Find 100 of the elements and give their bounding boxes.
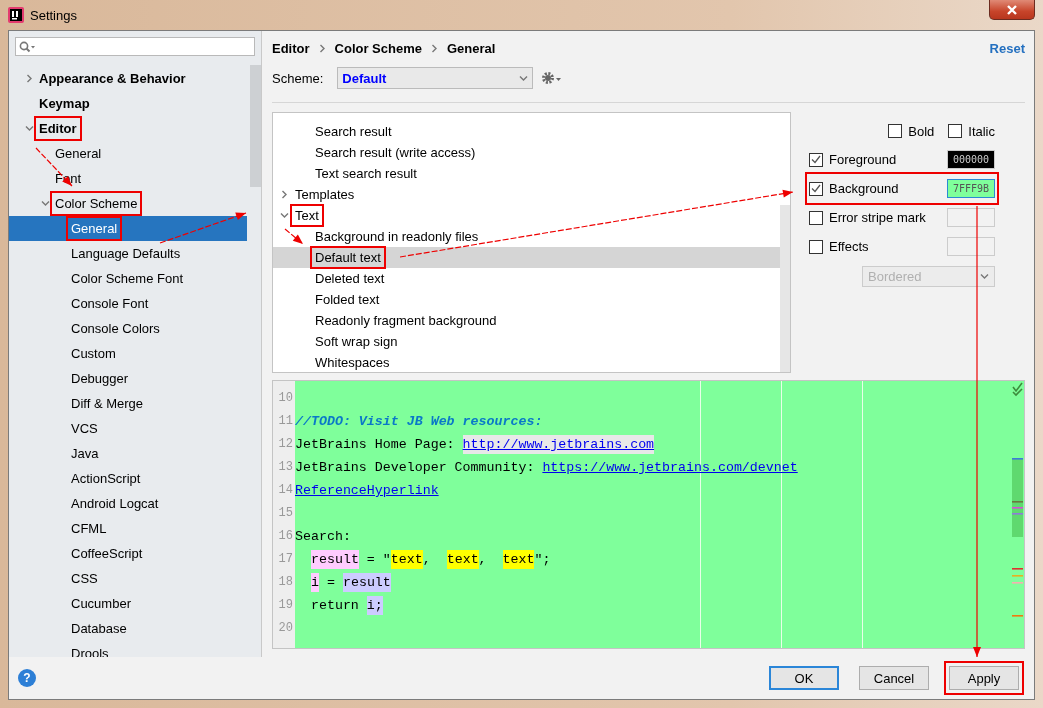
expand-icon[interactable]	[279, 190, 289, 199]
sidebar-item[interactable]: Keymap	[9, 91, 247, 116]
checkbox-label[interactable]: Effects	[829, 239, 869, 254]
collapse-icon[interactable]	[40, 199, 50, 208]
scrollbar[interactable]	[250, 65, 261, 187]
line-number: 16	[277, 528, 294, 545]
annotation-box: General	[69, 219, 120, 238]
annotation-box: Default text	[313, 249, 383, 266]
line-number: 15	[277, 505, 294, 522]
hyperlink[interactable]: http://www.jetbrains.com	[462, 435, 655, 454]
sidebar-item[interactable]: Diff & Merge	[9, 391, 247, 416]
sidebar-item-selected[interactable]: General	[9, 216, 247, 241]
sidebar-item[interactable]: Language Defaults	[9, 241, 247, 266]
tree-item-selected[interactable]: Default text	[273, 247, 780, 268]
sidebar-item[interactable]: CFML	[9, 516, 247, 541]
search-field[interactable]	[15, 37, 255, 56]
breadcrumb-separator-icon	[430, 43, 439, 53]
color-swatch[interactable]: 7FFF9B	[947, 179, 995, 198]
annotation-arrow	[284, 228, 304, 245]
dialog-button[interactable]: Cancel	[859, 666, 929, 690]
line-number: 11	[277, 413, 294, 430]
line-number: 13	[277, 459, 294, 476]
sidebar-item[interactable]: Console Colors	[9, 316, 247, 341]
breadcrumb-item: Editor	[272, 40, 310, 56]
dialog-button[interactable]: Apply	[949, 666, 1019, 690]
color-swatch[interactable]	[947, 208, 995, 227]
checkbox[interactable]	[809, 210, 823, 225]
code-text: ,	[478, 551, 488, 569]
annotation-box: Color Scheme	[53, 194, 140, 213]
code-text: = "	[365, 551, 391, 569]
tree-item[interactable]: Whitespaces	[273, 352, 780, 372]
sidebar-item[interactable]: Custom	[9, 341, 247, 366]
tree-item[interactable]: Deleted text	[273, 268, 780, 289]
sidebar-item[interactable]: Database	[9, 616, 247, 641]
checkbox-label[interactable]: Foreground	[829, 152, 897, 167]
search-match: text	[446, 550, 479, 569]
app-logo-icon	[8, 7, 24, 23]
tree-item[interactable]: Folded text	[273, 289, 780, 310]
sidebar-item[interactable]: CoffeeScript	[9, 541, 247, 566]
tree-item[interactable]: Soft wrap sign	[273, 331, 780, 352]
sidebar-item[interactable]: Appearance & Behavior	[9, 66, 247, 91]
settings-icon[interactable]	[541, 71, 564, 85]
collapse-icon[interactable]	[279, 211, 289, 220]
sidebar-item[interactable]: VCS	[9, 416, 247, 441]
dialog-button[interactable]: OK	[769, 666, 839, 690]
code-text: return	[309, 597, 360, 615]
tree-item[interactable]: Background in readonly files	[273, 226, 780, 247]
tree-item[interactable]: Search result (write access)	[273, 142, 780, 163]
annotation-box: Editor	[37, 119, 79, 138]
sidebar-item[interactable]: Color Scheme	[9, 191, 247, 216]
code-text: Search:	[295, 528, 351, 546]
collapse-icon[interactable]	[24, 124, 34, 133]
tree-item[interactable]: Text search result	[273, 163, 780, 184]
tree-item[interactable]: Templates	[273, 184, 780, 205]
expand-icon[interactable]	[24, 74, 34, 83]
checkbox[interactable]	[809, 152, 823, 167]
tree-item[interactable]: Search result	[273, 121, 780, 142]
checkbox-label[interactable]: Error stripe mark	[829, 210, 926, 225]
sidebar-item[interactable]: Java	[9, 441, 247, 466]
sidebar-item[interactable]: CSS	[9, 566, 247, 591]
hyperlink[interactable]: ReferenceHyperlink	[295, 481, 439, 500]
read-usage: i;	[366, 596, 383, 615]
tree-item[interactable]: Text	[273, 205, 780, 226]
checkbox[interactable]	[809, 239, 823, 254]
reset-link[interactable]: Reset	[989, 40, 1025, 56]
color-swatch[interactable]	[947, 237, 995, 256]
checkbox-label[interactable]: Italic	[968, 123, 995, 139]
checkbox[interactable]	[809, 181, 823, 196]
tree-item[interactable]: Readonly fragment background	[273, 310, 780, 331]
sidebar-item[interactable]: ActionScript	[9, 466, 247, 491]
line-number: 17	[277, 551, 294, 568]
window-title: Settings	[30, 7, 77, 23]
write-usage: result	[311, 550, 359, 569]
close-button[interactable]	[989, 0, 1035, 20]
sidebar-item[interactable]: Debugger	[9, 366, 247, 391]
sidebar-item[interactable]: Cucumber	[9, 591, 247, 616]
checkbox[interactable]	[888, 124, 903, 138]
scrollbar[interactable]	[780, 205, 790, 372]
write-usage: i	[311, 573, 319, 592]
breadcrumb-separator-icon	[317, 43, 327, 53]
code-text: ";	[534, 551, 551, 569]
breadcrumb-item: Color Scheme	[334, 40, 422, 56]
read-usage: result	[342, 573, 391, 592]
hyperlink[interactable]: https://www.jetbrains.com/devnet	[542, 458, 798, 477]
search-match: text	[502, 550, 535, 569]
sidebar-item[interactable]: General	[9, 141, 247, 166]
checkbox-label[interactable]: Background	[829, 181, 899, 196]
line-number: 19	[277, 597, 294, 614]
sidebar-item[interactable]: Android Logcat	[9, 491, 247, 516]
help-button[interactable]: ?	[18, 669, 36, 687]
line-number: 14	[277, 482, 294, 499]
scheme-dropdown[interactable]: Default	[337, 67, 534, 89]
sidebar-item[interactable]: Color Scheme Font	[9, 266, 247, 291]
annotation-box: Text	[293, 207, 321, 224]
sidebar-item[interactable]: Editor	[9, 116, 247, 141]
checkbox[interactable]	[948, 124, 963, 138]
checkbox-label[interactable]: Bold	[908, 123, 935, 139]
color-swatch[interactable]: 000000	[947, 150, 995, 169]
sidebar-item[interactable]: Console Font	[9, 291, 247, 316]
code-text: ,	[422, 551, 432, 569]
